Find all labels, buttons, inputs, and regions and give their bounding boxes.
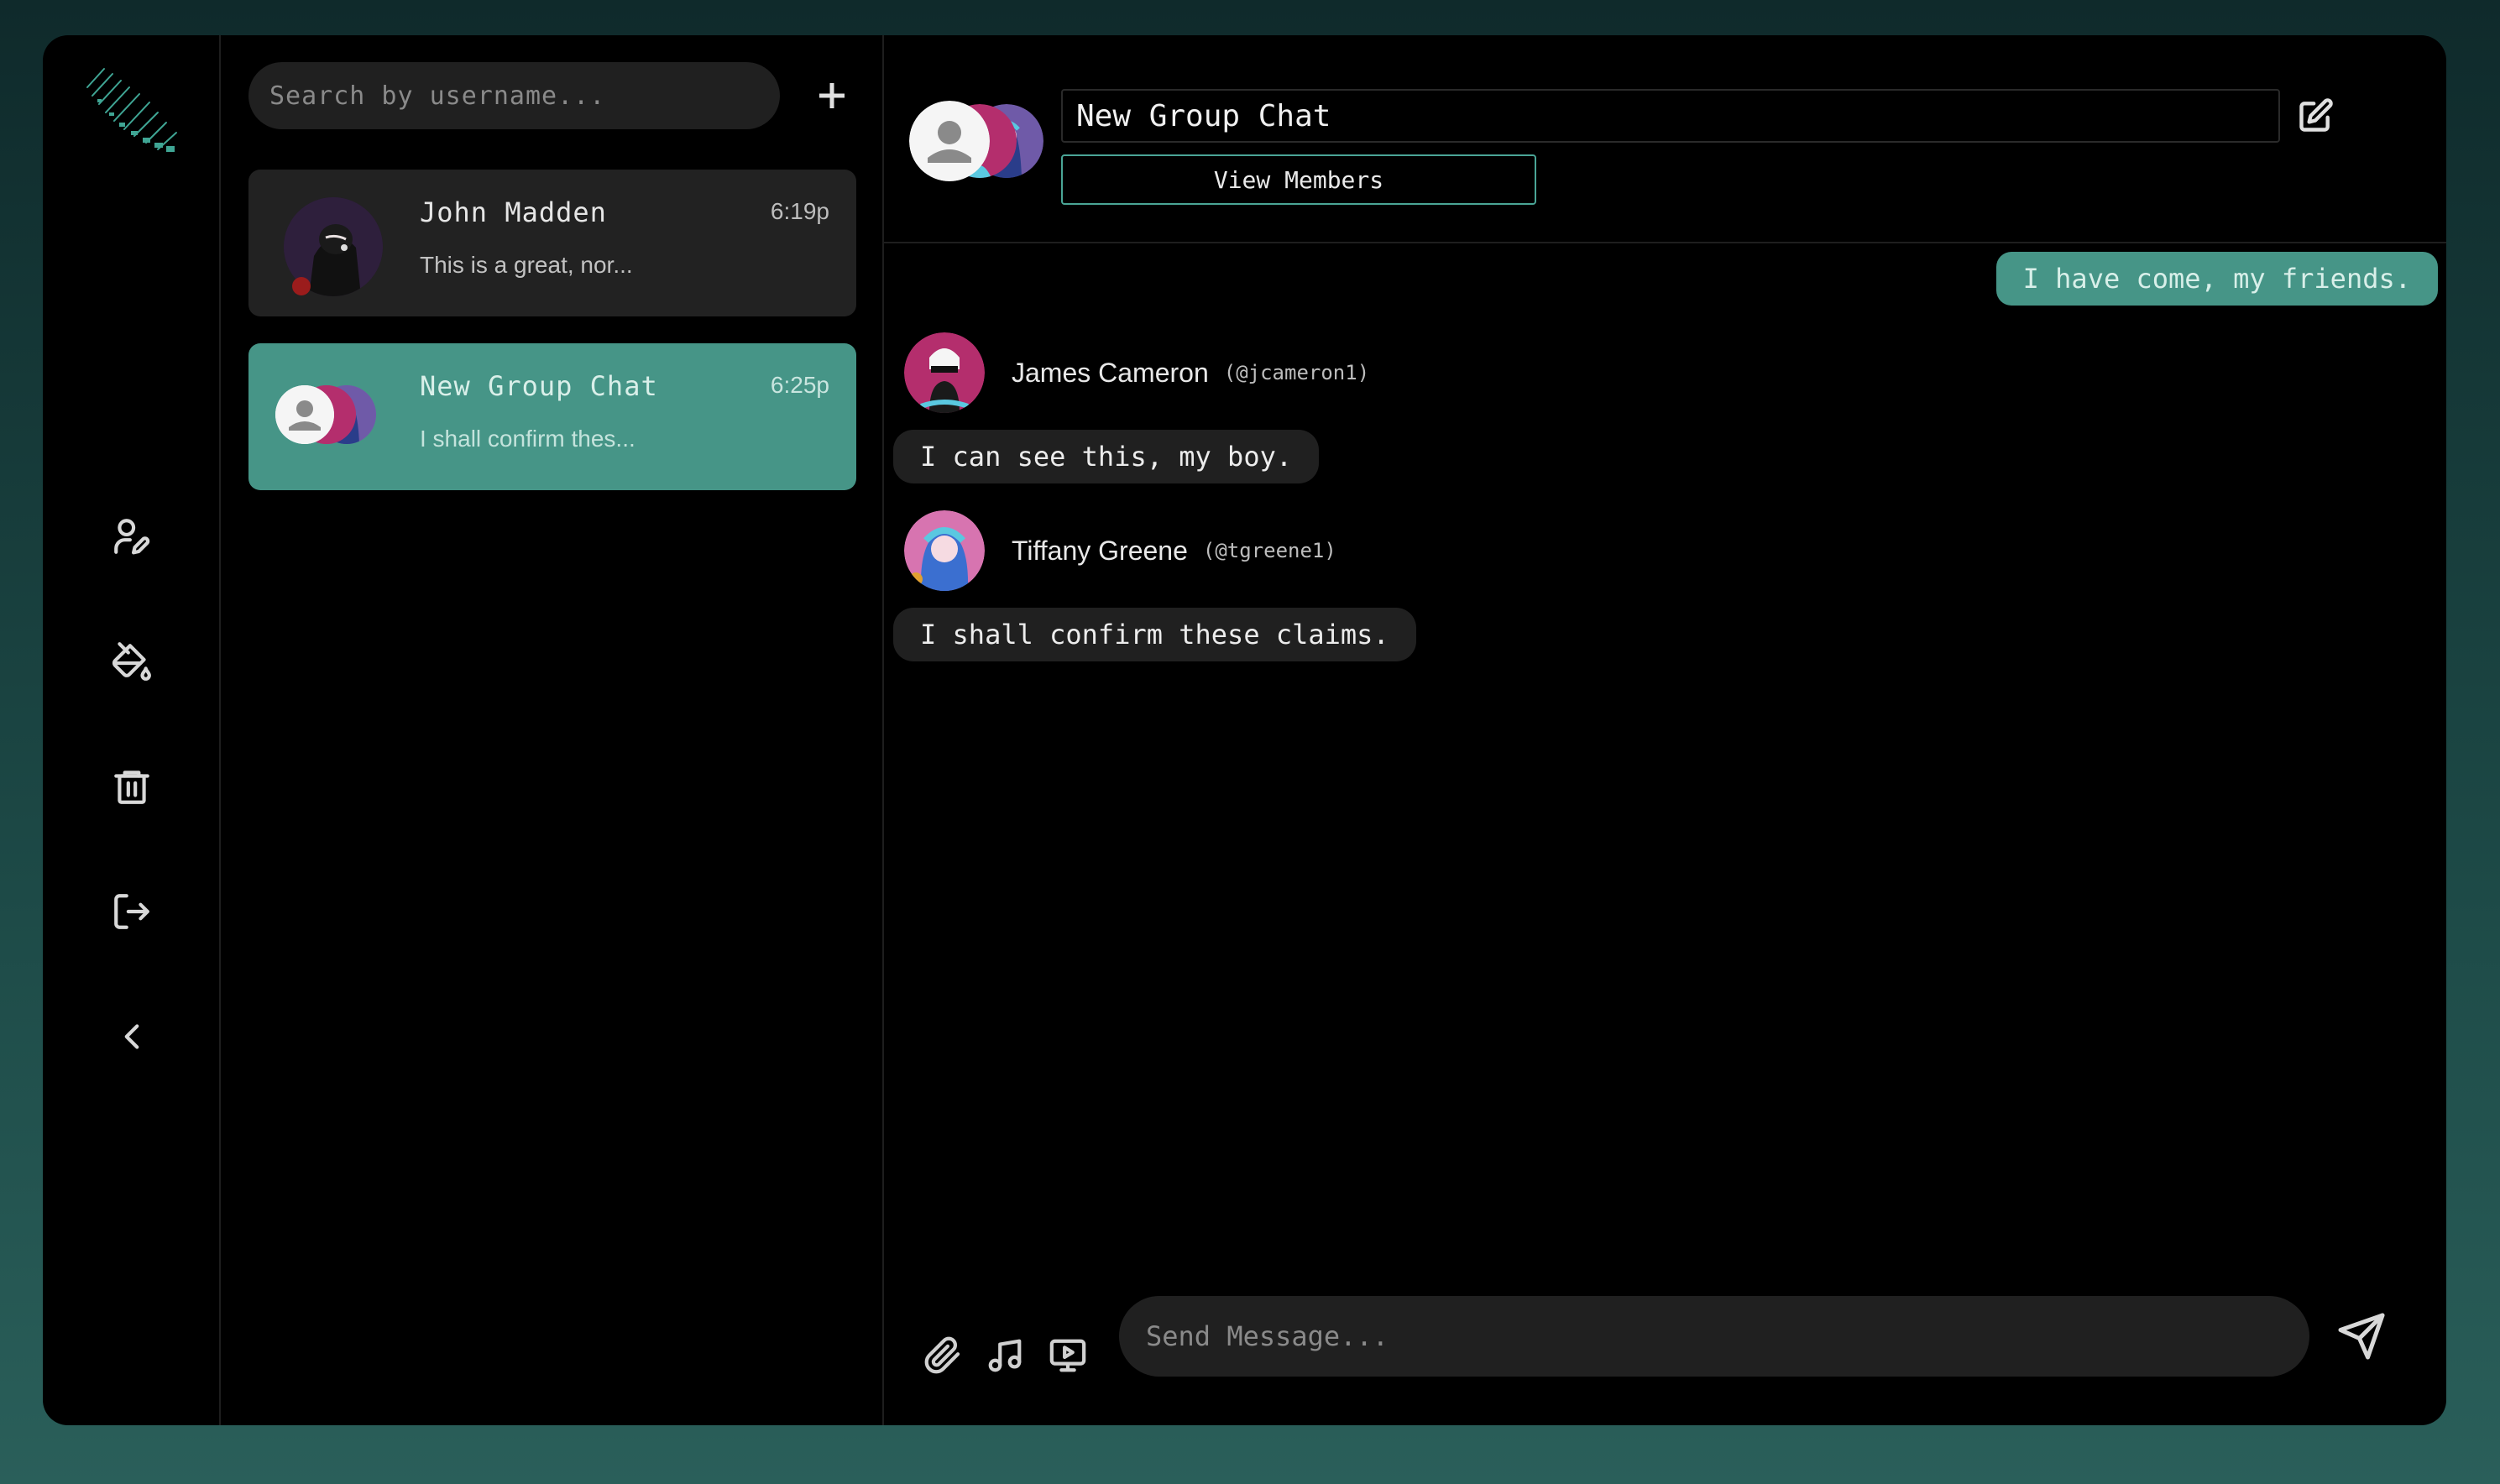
logout-button[interactable] [98,878,165,945]
group-avatar [275,385,376,446]
attach-audio-button[interactable] [980,1330,1030,1381]
delete-button[interactable] [98,753,165,820]
message-bubble: I can see this, my boy. [893,430,1320,483]
chat-preview: I shall confirm thes... [420,426,635,452]
chat-name: New Group Chat [420,370,658,402]
collapse-button[interactable] [98,1003,165,1070]
send-icon [2338,1313,2385,1360]
conversation-header: View Members [884,35,2446,243]
sender-name: Tiffany Greene [1012,535,1188,566]
search-input[interactable] [248,62,780,129]
message-sender: James Cameron (@jcameron1) [904,332,1369,413]
plus-icon [819,83,845,108]
avatar [904,510,985,591]
group-avatar [909,101,1043,181]
chat-list-panel: John Madden 6:19p This is a great, nor..… [221,35,884,1425]
conversation-panel: View Members I have come, my friends. Ja… [884,35,2446,1425]
app-window: John Madden 6:19p This is a great, nor..… [43,35,2446,1425]
chat-time: 6:25p [770,372,829,398]
status-indicator [292,277,311,295]
nav-rail [43,35,221,1425]
sender-handle: (@tgreene1) [1202,539,1336,562]
attach-video-button[interactable] [1043,1330,1093,1381]
avatar [904,332,985,413]
chat-name: John Madden [420,196,607,228]
chat-list-item[interactable]: New Group Chat 6:25p I shall confirm the… [248,343,856,490]
view-members-button[interactable]: View Members [1061,154,1536,205]
theme-button[interactable] [98,628,165,695]
chat-time: 6:19p [770,198,829,224]
chat-preview: This is a great, nor... [420,252,633,278]
edit-icon [2299,98,2333,132]
own-message-bubble: I have come, my friends. [1995,252,2438,306]
message-input[interactable] [1119,1296,2309,1377]
message-bubble: I shall confirm these claims. [893,608,1416,661]
attach-file-button[interactable] [918,1330,968,1381]
sender-handle: (@jcameron1) [1223,361,1370,384]
chat-list-item[interactable]: John Madden 6:19p This is a great, nor..… [248,170,856,316]
paperclip-icon [924,1336,960,1374]
user-edit-icon [114,519,150,555]
logout-icon [114,894,149,929]
chevron-left-icon [124,1024,139,1049]
sender-name: James Cameron [1012,357,1209,388]
edit-title-button[interactable] [2290,91,2340,141]
chat-title-input[interactable] [1061,89,2280,143]
trash-icon [114,771,149,804]
paint-bucket-icon [112,642,151,681]
message-sender: Tiffany Greene (@tgreene1) [904,510,1336,591]
new-chat-button[interactable] [808,72,855,119]
music-note-icon [988,1339,1022,1372]
video-screen-icon [1049,1339,1086,1372]
send-button[interactable] [2328,1303,2395,1370]
app-logo [86,68,177,152]
edit-profile-button[interactable] [98,503,165,570]
